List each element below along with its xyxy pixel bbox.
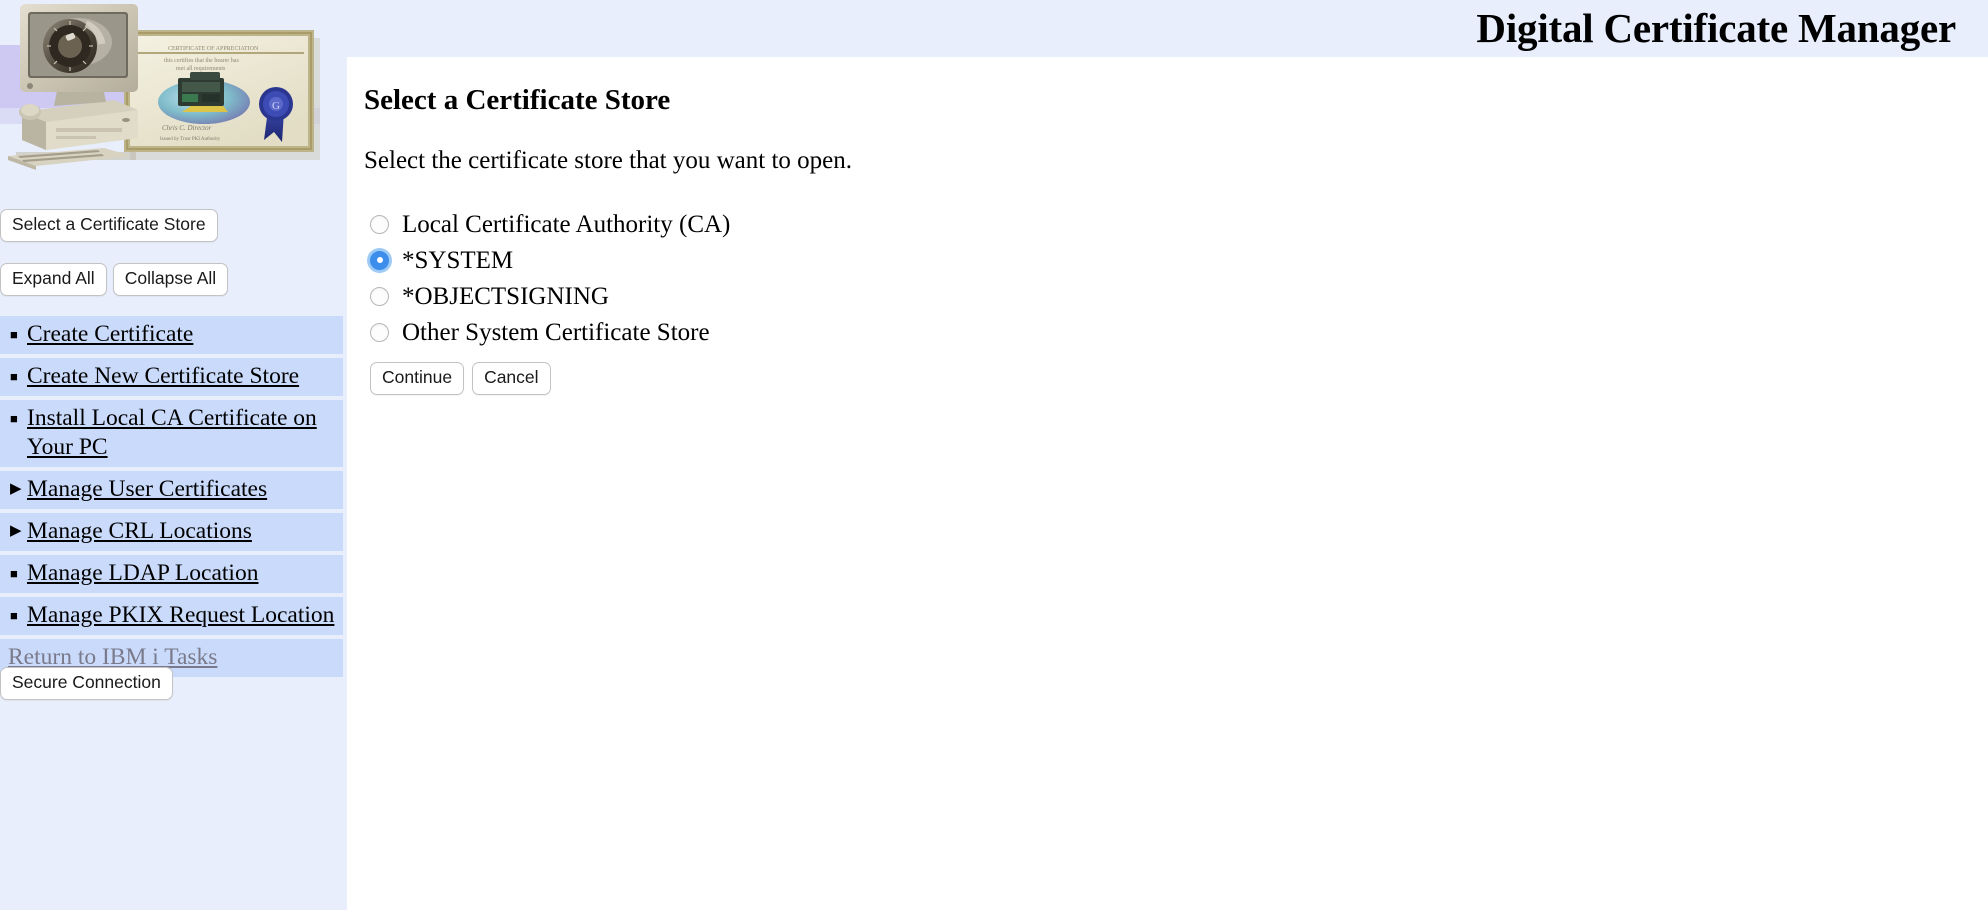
radio-option-label: *OBJECTSIGNING <box>402 282 609 310</box>
sidebar-item-manage-pkix-request-location[interactable]: ■ Manage PKIX Request Location <box>0 597 343 635</box>
sidebar-item-manage-user-certificates[interactable]: ▶ Manage User Certificates <box>0 471 343 509</box>
form-action-buttons: Continue Cancel <box>370 362 1988 395</box>
continue-button[interactable]: Continue <box>370 362 465 395</box>
radio-option-label: *SYSTEM <box>402 246 514 274</box>
radio-button-icon[interactable] <box>370 214 389 234</box>
sidebar-item-label: Manage CRL Locations <box>27 518 252 544</box>
secure-connection-container: Secure Connection <box>0 667 347 700</box>
cancel-button[interactable]: Cancel <box>472 362 551 395</box>
chevron-right-icon: ▶ <box>10 481 22 497</box>
expand-collapse-row: Expand All Collapse All <box>0 263 347 296</box>
sidebar-item-manage-crl-locations[interactable]: ▶ Manage CRL Locations <box>0 513 343 551</box>
sidebar-item-create-new-certificate-store[interactable]: ■ Create New Certificate Store <box>0 358 343 396</box>
radio-button-selected-icon[interactable] <box>370 250 389 270</box>
secure-connection-button[interactable]: Secure Connection <box>0 667 173 700</box>
sidebar-item-label: Install Local CA Certificate on Your PC <box>27 405 317 460</box>
sidebar: CERTIFICATE OF APPRECIATION this certifi… <box>0 0 347 910</box>
radio-button-icon[interactable] <box>370 286 389 306</box>
square-bullet-icon: ■ <box>10 327 18 342</box>
select-certificate-store-button[interactable]: Select a Certificate Store <box>0 209 218 242</box>
certificate-store-radio-group: Local Certificate Authority (CA) *SYSTEM… <box>370 206 1988 350</box>
square-bullet-icon: ■ <box>10 608 18 623</box>
sidebar-item-manage-ldap-location[interactable]: ■ Manage LDAP Location <box>0 555 343 593</box>
page-instruction-text: Select the certificate store that you wa… <box>364 146 853 174</box>
main-content: Select a Certificate Store Select the ce… <box>347 57 1988 910</box>
page-title: Select a Certificate Store <box>364 84 671 116</box>
radio-option-label: Local Certificate Authority (CA) <box>402 210 731 238</box>
sidebar-item-create-certificate[interactable]: ■ Create Certificate <box>0 316 343 354</box>
sidebar-item-install-local-ca-certificate[interactable]: ■ Install Local CA Certificate on Your P… <box>0 400 343 467</box>
svg-text:met all requirements: met all requirements <box>176 66 226 72</box>
radio-option-label: Other System Certificate Store <box>402 318 710 346</box>
store-button-container: Select a Certificate Store <box>0 209 347 242</box>
sidebar-item-label: Create Certificate <box>27 321 194 347</box>
sidebar-item-label: Manage User Certificates <box>27 476 268 502</box>
svg-text:G: G <box>272 100 280 112</box>
collapse-all-button[interactable]: Collapse All <box>112 263 229 296</box>
sidebar-item-label: Create New Certificate Store <box>27 363 300 389</box>
radio-option-other-system-store[interactable]: Other System Certificate Store <box>370 314 1988 350</box>
sidebar-item-label: Manage PKIX Request Location <box>27 602 335 628</box>
svg-text:Issued by Trust PKI Authority: Issued by Trust PKI Authority <box>160 137 221 142</box>
sidebar-item-label: Manage LDAP Location <box>27 560 259 586</box>
app-title: Digital Certificate Manager <box>1476 5 1956 51</box>
svg-text:Chris C. Director: Chris C. Director <box>162 124 212 132</box>
certificate-banner-image: CERTIFICATE OF APPRECIATION this certifi… <box>0 0 347 196</box>
radio-option-system[interactable]: *SYSTEM <box>370 242 1988 278</box>
square-bullet-icon: ■ <box>10 411 18 426</box>
square-bullet-icon: ■ <box>10 566 18 581</box>
radio-option-objectsigning[interactable]: *OBJECTSIGNING <box>370 278 1988 314</box>
chevron-right-icon: ▶ <box>10 523 22 539</box>
svg-text:this certifies that the bearer: this certifies that the bearer has <box>164 57 239 64</box>
square-bullet-icon: ■ <box>10 369 18 384</box>
dcm-page: Digital Certificate Manager CERTIFICATE … <box>0 0 1988 910</box>
radio-option-local-ca[interactable]: Local Certificate Authority (CA) <box>370 206 1988 242</box>
radio-button-icon[interactable] <box>370 322 389 342</box>
svg-text:CERTIFICATE OF APPRECIATION: CERTIFICATE OF APPRECIATION <box>168 46 259 52</box>
expand-all-button[interactable]: Expand All <box>0 263 107 296</box>
sidebar-nav: ■ Create Certificate ■ Create New Certif… <box>0 316 343 681</box>
